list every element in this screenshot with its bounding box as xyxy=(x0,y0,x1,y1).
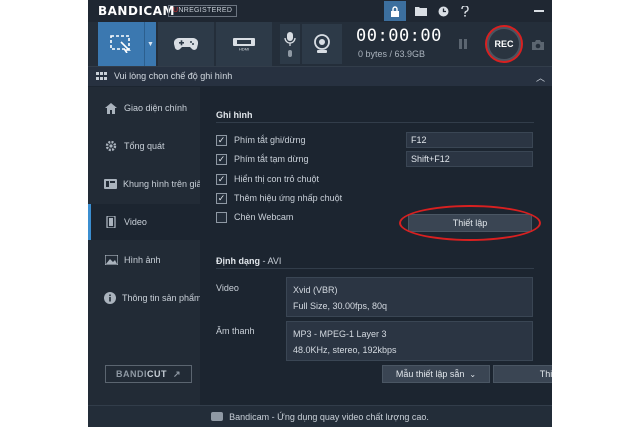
mode-header[interactable]: Vui lòng chọn chế độ ghi hình ︿ xyxy=(88,66,552,86)
sidebar-item-about[interactable]: Thông tin sản phẩm xyxy=(88,280,200,316)
option-show-cursor[interactable]: ✓ Hiển thị con trỏ chuột xyxy=(216,172,319,186)
folder-icon[interactable] xyxy=(410,1,432,21)
option-pause-hotkey[interactable]: ✓ Phím tắt tạm dừng xyxy=(216,152,309,166)
recording-size: 0 bytes / 63.9GB xyxy=(358,49,426,59)
checkbox-click-effect[interactable]: ✓ xyxy=(216,192,227,204)
bandicut-button[interactable]: BANDI CUT ↗ xyxy=(105,365,192,383)
svg-text:HDMI: HDMI xyxy=(239,47,249,52)
pause-icon[interactable] xyxy=(458,39,468,49)
audio-detail: 48.0KHz, stereo, 192kbps xyxy=(293,345,397,355)
message-icon xyxy=(211,412,224,421)
rec-button[interactable]: REC xyxy=(487,27,521,61)
preset-dropdown[interactable]: Mẫu thiết lập sẵn ⌄ xyxy=(382,365,490,383)
title-bar: BANDICAM UNREGISTERED xyxy=(88,0,552,22)
section-title-record: Ghi hình xyxy=(216,110,253,120)
sidebar-item-label: Thông tin sản phẩm xyxy=(122,293,200,303)
video-settings-panel: Ghi hình ✓ Phím tắt ghi/dừng F12 ✓ Phím … xyxy=(200,87,552,405)
status-bar: Bandicam - Ứng dụng quay video chất lượn… xyxy=(88,405,552,427)
option-webcam-overlay[interactable]: Chèn Webcam xyxy=(216,210,293,224)
bandicam-window: BANDICAM UNREGISTERED ▼ HDMI 00:00:00 0 … xyxy=(88,0,552,427)
audio-format-label: Âm thanh xyxy=(216,326,255,336)
sidebar-item-video[interactable]: Video xyxy=(88,204,200,240)
audio-codec: MP3 - MPEG-1 Layer 3 xyxy=(293,329,387,339)
status-text: Bandicam - Ứng dụng quay video chất lượn… xyxy=(229,411,429,422)
info-icon xyxy=(104,292,116,304)
app-logo: BANDICAM xyxy=(98,4,175,18)
checkbox-record-hotkey[interactable]: ✓ xyxy=(216,134,227,146)
sidebar-item-label: Tổng quát xyxy=(124,141,165,151)
section-title-format: Định dạng - AVI xyxy=(216,256,282,266)
sidebar-item-fps[interactable]: Khung hình trên giây xyxy=(88,166,200,202)
sidebar-item-label: Khung hình trên giây xyxy=(123,179,200,189)
sidebar-item-image[interactable]: Hình ảnh xyxy=(88,242,200,278)
sidebar: Giao diện chính Tổng quát Khung hình trê… xyxy=(88,87,200,405)
option-click-effect[interactable]: ✓ Thêm hiệu ứng nhấp chuột xyxy=(216,191,342,205)
lock-icon[interactable] xyxy=(384,1,406,21)
video-codec: Xvid (VBR) xyxy=(293,285,338,295)
recording-toolbar: ▼ HDMI 00:00:00 0 bytes / 63.9GB REC xyxy=(88,22,552,66)
option-record-hotkey[interactable]: ✓ Phím tắt ghi/dừng xyxy=(216,133,306,147)
video-detail: Full Size, 30.00fps, 80q xyxy=(293,301,388,311)
sidebar-item-label: Video xyxy=(124,217,147,227)
checkbox-show-cursor[interactable]: ✓ xyxy=(216,173,227,185)
chevron-up-icon[interactable]: ︿ xyxy=(536,71,545,84)
sidebar-item-label: Hình ảnh xyxy=(124,255,161,265)
video-icon xyxy=(104,216,118,228)
sidebar-item-home[interactable]: Giao diện chính xyxy=(88,90,200,126)
fps-icon xyxy=(104,179,117,189)
checkbox-pause-hotkey[interactable]: ✓ xyxy=(216,153,227,165)
external-link-icon: ↗ xyxy=(172,368,182,379)
hdmi-icon[interactable]: HDMI xyxy=(216,22,272,66)
audio-format-box: MP3 - MPEG-1 Layer 3 48.0KHz, stereo, 19… xyxy=(286,321,533,361)
unregistered-badge: UNREGISTERED xyxy=(168,5,238,17)
webcam-icon[interactable] xyxy=(302,24,342,64)
microphone-icon[interactable] xyxy=(280,24,300,64)
clock-icon[interactable] xyxy=(432,1,454,21)
gear-icon xyxy=(104,140,118,152)
checkbox-webcam-overlay[interactable] xyxy=(216,211,227,223)
video-format-box: Xvid (VBR) Full Size, 30.00fps, 80q xyxy=(286,277,533,317)
format-settings-button[interactable]: Thiết lập xyxy=(493,365,552,383)
home-icon xyxy=(104,102,118,114)
minimize-icon[interactable] xyxy=(528,1,550,21)
sidebar-item-general[interactable]: Tổng quát xyxy=(88,128,200,164)
recording-timer: 00:00:00 xyxy=(356,26,442,46)
highlight-ring xyxy=(399,205,541,241)
sidebar-item-label: Giao diện chính xyxy=(124,103,188,113)
screen-rectangle-icon[interactable] xyxy=(98,22,144,66)
divider xyxy=(216,122,534,123)
chevron-down-icon: ⌄ xyxy=(469,369,477,379)
record-hotkey-field[interactable]: F12 xyxy=(406,132,533,148)
image-icon xyxy=(104,255,118,265)
chevron-down-icon[interactable]: ▼ xyxy=(144,22,156,66)
divider xyxy=(216,268,534,269)
gamepad-icon[interactable] xyxy=(158,22,214,66)
mode-header-label: Vui lòng chọn chế độ ghi hình xyxy=(114,71,233,81)
help-icon[interactable] xyxy=(454,1,476,21)
pause-hotkey-field[interactable]: Shift+F12 xyxy=(406,151,533,167)
video-format-label: Video xyxy=(216,283,239,293)
camera-snapshot-icon[interactable] xyxy=(532,37,544,55)
grid-icon xyxy=(96,72,107,81)
